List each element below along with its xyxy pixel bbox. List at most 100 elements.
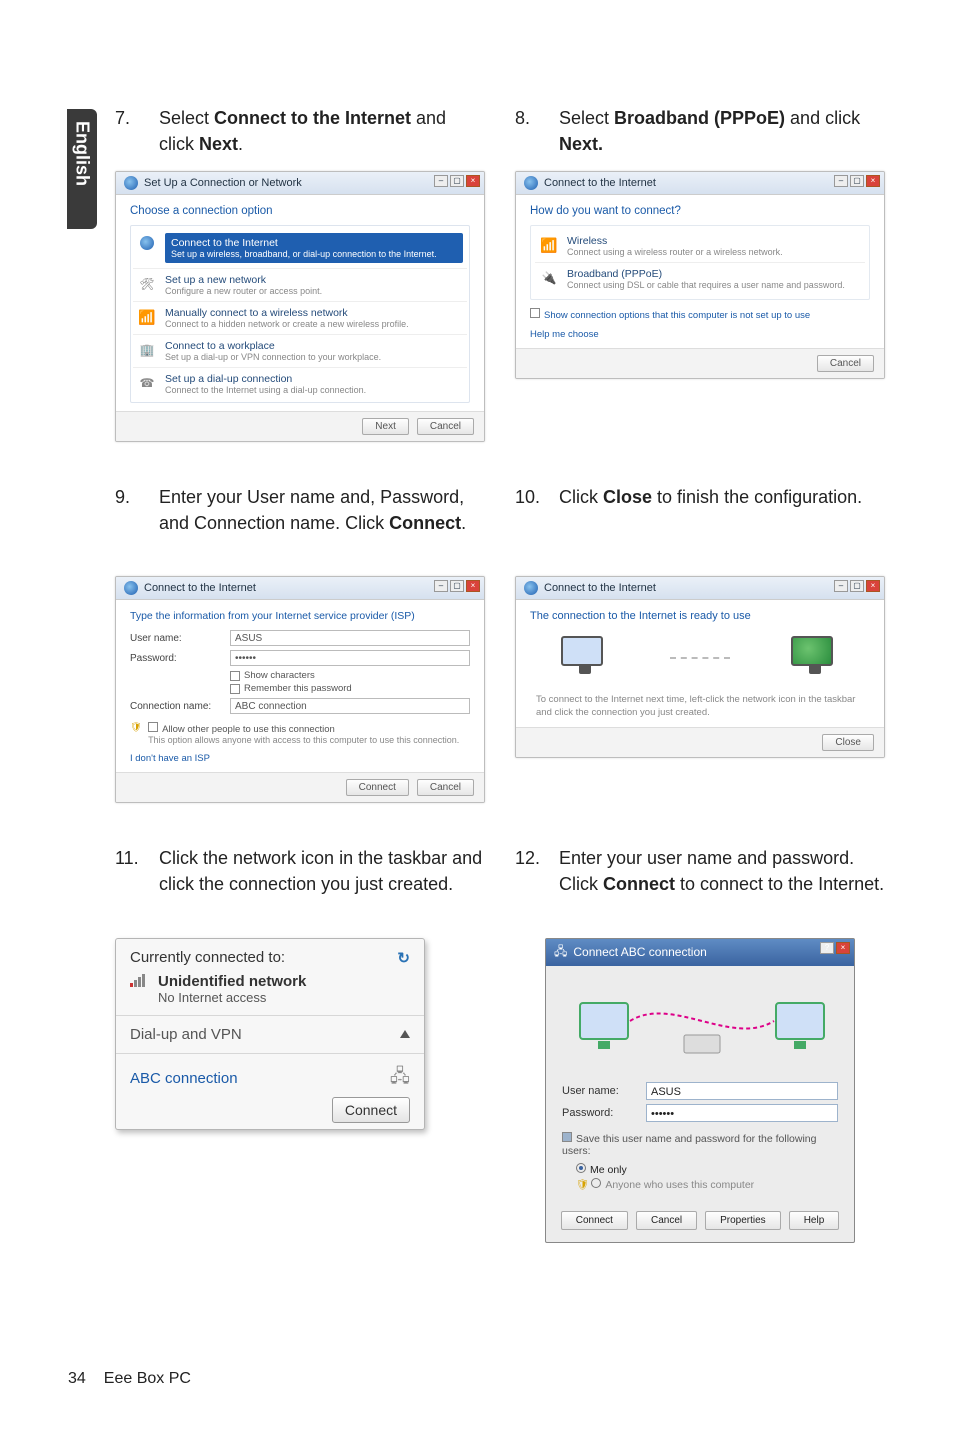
broadband-icon: 🔌: [539, 268, 559, 288]
no-isp-link[interactable]: I don't have an ISP: [130, 753, 470, 764]
connect-button[interactable]: Connect: [332, 1097, 410, 1123]
maximize-icon[interactable]: ▢: [850, 580, 864, 592]
close-icon[interactable]: ×: [866, 580, 880, 592]
option-dialup[interactable]: ☎ Set up a dial-up connection Connect to…: [133, 367, 467, 400]
radio-me-only[interactable]: [576, 1163, 586, 1173]
modem-icon: 🖧: [390, 1064, 410, 1094]
minimize-icon[interactable]: –: [834, 580, 848, 592]
shield-icon: 🛡: [130, 722, 142, 745]
connect-button[interactable]: Connect: [561, 1211, 628, 1230]
cancel-button[interactable]: Cancel: [417, 779, 474, 796]
maximize-icon[interactable]: ▢: [450, 175, 464, 187]
wizard-choose-option: Set Up a Connection or Network – ▢ × Cho…: [115, 171, 485, 442]
next-button[interactable]: Next: [362, 418, 409, 435]
option-new-network[interactable]: 🛠 Set up a new network Configure a new r…: [133, 268, 467, 301]
page-footer: 34 Eee Box PC: [68, 1370, 191, 1388]
option-wireless-manual[interactable]: 📶 Manually connect to a wireless network…: [133, 301, 467, 334]
close-button[interactable]: Close: [822, 734, 874, 751]
step-12: 12. Enter your user name and password. C…: [515, 845, 885, 897]
phone-icon: ☎: [137, 373, 157, 393]
connection-name-input[interactable]: ABC connection: [230, 698, 470, 714]
chevron-up-icon[interactable]: [400, 1030, 410, 1038]
step-text: Click Close to finish the configuration.: [559, 484, 885, 510]
option-broadband[interactable]: 🔌 Broadband (PPPoE) Connect using DSL or…: [535, 262, 865, 295]
maximize-icon[interactable]: ▢: [450, 580, 464, 592]
username-input[interactable]: ASUS: [230, 630, 470, 646]
globe-icon: [524, 176, 538, 190]
password-input[interactable]: ••••••: [646, 1104, 838, 1122]
close-icon[interactable]: ×: [866, 175, 880, 187]
step-text: Click the network icon in the taskbar an…: [159, 845, 485, 897]
window-title-bar: Connect to the Internet – ▢ ×: [516, 577, 884, 600]
wizard-heading: The connection to the Internet is ready …: [530, 610, 870, 622]
dialog-title: Connect ABC connection: [573, 945, 706, 959]
cancel-button[interactable]: Cancel: [636, 1211, 697, 1230]
flyout-section-title: Dial-up and VPN: [130, 1026, 242, 1043]
save-password-checkbox[interactable]: [562, 1132, 572, 1142]
network-bars-icon: [130, 973, 148, 987]
close-icon[interactable]: ×: [836, 942, 850, 954]
window-title-bar: Connect to the Internet – ▢ ×: [116, 577, 484, 600]
window-title: Connect to the Internet: [144, 582, 256, 594]
option-wireless[interactable]: 📶 Wireless Connect using a wireless rout…: [535, 230, 865, 262]
language-tab: English: [67, 109, 97, 229]
refresh-icon[interactable]: ↻: [397, 949, 410, 967]
connection-item[interactable]: ABC connection: [130, 1070, 238, 1087]
computer-icon: [561, 636, 609, 680]
maximize-icon[interactable]: ▢: [850, 175, 864, 187]
window-title: Set Up a Connection or Network: [144, 177, 302, 189]
wizard-how-connect: Connect to the Internet – ▢ × How do you…: [515, 171, 885, 379]
step-text: Enter your user name and password. Click…: [559, 845, 885, 897]
flyout-heading: Currently connected to:: [130, 949, 285, 966]
wizard-heading: How do you want to connect?: [530, 205, 870, 217]
username-input[interactable]: ASUS: [646, 1082, 838, 1100]
router-icon: 🛠: [137, 274, 157, 294]
wizard-ready: Connect to the Internet – ▢ × The connec…: [515, 576, 885, 758]
connection-name-label: Connection name:: [130, 701, 220, 712]
wizard-heading: Type the information from your Internet …: [130, 610, 470, 622]
close-icon[interactable]: ×: [466, 175, 480, 187]
minimize-icon[interactable]: –: [434, 175, 448, 187]
minimize-icon[interactable]: –: [834, 175, 848, 187]
wizard-isp-info: Connect to the Internet – ▢ × Type the i…: [115, 576, 485, 803]
shield-icon: 🛡: [576, 1179, 589, 1191]
step-number: 8.: [515, 105, 539, 157]
step-number: 12.: [515, 845, 539, 897]
help-link-help-choose[interactable]: Help me choose: [530, 329, 870, 340]
connect-button[interactable]: Connect: [346, 779, 409, 796]
username-label: User name:: [130, 633, 220, 644]
minimize-icon[interactable]: –: [434, 580, 448, 592]
cancel-button[interactable]: Cancel: [417, 418, 474, 435]
network-small-icon: 🖧: [554, 942, 567, 963]
close-icon[interactable]: ×: [466, 580, 480, 592]
connect-dialog: 🖧 Connect ABC connection ? ×: [545, 938, 855, 1243]
show-chars-checkbox[interactable]: [230, 671, 240, 681]
ready-tip: To connect to the Internet next time, le…: [530, 694, 870, 719]
password-label: Password:: [130, 653, 220, 664]
remember-checkbox[interactable]: [230, 684, 240, 694]
network-status: No Internet access: [158, 990, 306, 1005]
properties-button[interactable]: Properties: [705, 1211, 781, 1230]
window-title-bar: Connect to the Internet – ▢ ×: [516, 172, 884, 195]
option-connect-internet[interactable]: Connect to the Internet Set up a wireles…: [133, 228, 467, 268]
password-input[interactable]: ••••••: [230, 650, 470, 666]
product-name: Eee Box PC: [104, 1370, 191, 1388]
step-number: 10.: [515, 484, 539, 510]
option-workplace[interactable]: 🏢 Connect to a workplace Set up a dial-u…: [133, 334, 467, 367]
help-button[interactable]: Help: [789, 1211, 840, 1230]
globe-icon: [124, 176, 138, 190]
window-title-bar: Set Up a Connection or Network – ▢ ×: [116, 172, 484, 195]
help-link-show-options[interactable]: Show connection options that this comput…: [530, 308, 870, 321]
help-icon[interactable]: ?: [820, 942, 834, 954]
allow-others-checkbox[interactable]: [148, 722, 158, 732]
cancel-button[interactable]: Cancel: [817, 355, 874, 372]
step-11: 11. Click the network icon in the taskba…: [115, 845, 485, 897]
step-8: 8. Select Broadband (PPPoE) and click Ne…: [515, 105, 885, 157]
window-title: Connect to the Internet: [544, 582, 656, 594]
globe-icon: [524, 581, 538, 595]
radio-anyone[interactable]: [591, 1178, 601, 1188]
network-name: Unidentified network: [158, 973, 306, 990]
password-label: Password:: [562, 1107, 636, 1119]
step-number: 9.: [115, 484, 139, 536]
workplace-icon: 🏢: [137, 340, 157, 360]
